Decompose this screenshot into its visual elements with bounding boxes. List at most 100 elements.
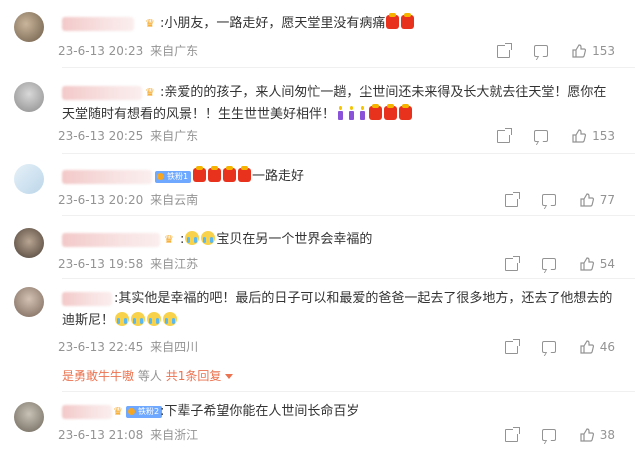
like-icon[interactable] xyxy=(572,44,587,58)
comment-actions: 54 xyxy=(481,255,615,272)
comment-text: : 宝贝在另一个世界会幸福的 xyxy=(180,229,615,251)
comment-location: 来自广东 xyxy=(150,129,199,143)
share-icon[interactable] xyxy=(497,42,513,58)
hongbao-icon xyxy=(369,104,383,120)
comment-text-body: 一路走好 xyxy=(252,169,305,184)
comment-text: 一路走好 xyxy=(192,166,615,188)
comment-icon[interactable] xyxy=(541,429,556,441)
like-count: 38 xyxy=(599,428,615,442)
comment-text-body: 宝贝在另一个世界会幸福的 xyxy=(216,232,373,247)
candle-icon xyxy=(336,106,345,120)
share-icon[interactable] xyxy=(504,255,520,271)
comment-icon[interactable] xyxy=(541,341,556,353)
hongbao-icon xyxy=(223,166,236,182)
comment-item: ♛ :小朋友，一路走好，愿天堂里没有病痛 23-6-13 20:23 来自广东 … xyxy=(0,0,635,70)
comment-date: 23-6-13 19:58 xyxy=(58,257,144,271)
comment-item: ♛ : 宝贝在另一个世界会幸福的 23-6-13 19:58 来自江苏 54 xyxy=(0,218,635,278)
comment-location: 来自浙江 xyxy=(150,428,199,442)
comment-location: 来自四川 xyxy=(150,340,199,354)
comment-text: :其实他是幸福的吧！最后的日子可以和最爱的爸爸一起去了很多地方，还去了他想去的迪… xyxy=(62,288,615,332)
crown-icon: ♛ xyxy=(113,405,123,418)
divider xyxy=(62,278,635,279)
comment-text-body: :下辈子希望你能在人世间长命百岁 xyxy=(160,404,360,419)
like-count: 153 xyxy=(592,129,615,143)
comment-meta: 23-6-13 20:23 来自广东 xyxy=(58,43,201,59)
crying-face-icon xyxy=(185,231,200,245)
chevron-down-icon[interactable] xyxy=(225,374,234,379)
share-icon[interactable] xyxy=(504,338,520,354)
like-icon[interactable] xyxy=(580,193,594,207)
crying-face-icon xyxy=(201,231,216,245)
share-icon[interactable] xyxy=(497,127,513,143)
comment-item: 铁粉1 一路走好 23-6-13 20:20 来自云南 77 xyxy=(0,156,635,216)
comment-item: ♛ :亲爱的的孩子，来人间匆忙一趟，尘世间还未来得及长大就去往天堂！愿你在天堂随… xyxy=(0,70,635,160)
crown-icon: ♛ xyxy=(145,17,155,30)
divider xyxy=(62,391,635,392)
comment-date: 23-6-13 22:45 xyxy=(58,340,144,354)
comment-icon[interactable] xyxy=(534,45,549,57)
avatar[interactable] xyxy=(14,287,44,317)
comment-location: 来自云南 xyxy=(150,193,199,207)
reply-summary: 是勇敢牛牛嗷 等人 共1条回复 xyxy=(62,368,234,384)
divider xyxy=(62,67,635,68)
comment-meta: 23-6-13 22:45 来自四川 xyxy=(58,339,201,355)
username[interactable] xyxy=(62,170,152,184)
share-icon[interactable] xyxy=(504,426,520,442)
comment-location: 来自广东 xyxy=(150,44,199,58)
comment-actions: 77 xyxy=(481,191,615,208)
comment-item: ♛ 铁粉2 :下辈子希望你能在人世间长命百岁 23-6-13 21:08 来自浙… xyxy=(0,394,635,454)
comment-actions: 153 xyxy=(473,42,615,59)
comment-meta: 23-6-13 19:58 来自江苏 xyxy=(58,256,201,272)
avatar[interactable] xyxy=(14,228,44,258)
crown-icon: ♛ xyxy=(164,233,174,246)
comment-location: 来自江苏 xyxy=(150,257,199,271)
like-icon[interactable] xyxy=(580,428,594,442)
comment-date: 23-6-13 21:08 xyxy=(58,428,144,442)
username[interactable] xyxy=(62,17,134,31)
divider xyxy=(62,215,635,216)
avatar[interactable] xyxy=(14,12,44,42)
crying-face-icon xyxy=(163,312,178,326)
avatar[interactable] xyxy=(14,164,44,194)
comment-icon[interactable] xyxy=(541,258,556,270)
comment-meta: 23-6-13 20:25 来自广东 xyxy=(58,128,201,144)
like-icon[interactable] xyxy=(580,340,594,354)
comment-item: :其实他是幸福的吧！最后的日子可以和最爱的爸爸一起去了很多地方，还去了他想去的迪… xyxy=(0,281,635,391)
comment-meta: 23-6-13 21:08 来自浙江 xyxy=(58,427,201,443)
crying-face-icon xyxy=(147,312,162,326)
fan-badge: 铁粉2 xyxy=(126,406,163,418)
comment-text-body: :其实他是幸福的吧！最后的日子可以和最爱的爸爸一起去了很多地方，还去了他想去的迪… xyxy=(62,291,613,328)
avatar[interactable] xyxy=(14,402,44,432)
comment-date: 23-6-13 20:23 xyxy=(58,44,144,58)
comment-list: ♛ :小朋友，一路走好，愿天堂里没有病痛 23-6-13 20:23 来自广东 … xyxy=(0,0,635,454)
view-replies-link[interactable]: 共1条回复 xyxy=(166,369,222,383)
comment-text-body: :小朋友，一路走好，愿天堂里没有病痛 xyxy=(160,16,386,31)
comment-text: :亲爱的的孩子，来人间匆忙一趟，尘世间还未来得及长大就去往天堂！愿你在天堂随时有… xyxy=(62,82,615,126)
comment-icon[interactable] xyxy=(541,194,556,206)
reply-others-text: 等人 xyxy=(137,369,162,383)
crying-face-icon xyxy=(115,312,130,326)
hongbao-icon xyxy=(386,13,400,29)
comment-actions: 46 xyxy=(481,338,615,355)
like-icon[interactable] xyxy=(580,257,594,271)
hongbao-icon xyxy=(238,166,251,182)
candle-icon xyxy=(358,106,367,120)
share-icon[interactable] xyxy=(504,191,520,207)
candle-icon xyxy=(347,106,356,120)
comment-colon: : xyxy=(180,232,185,247)
comment-actions: 153 xyxy=(473,127,615,144)
divider xyxy=(62,153,635,154)
like-count: 46 xyxy=(599,340,615,354)
comment-icon[interactable] xyxy=(534,130,549,142)
comment-date: 23-6-13 20:20 xyxy=(58,193,144,207)
reply-user-link[interactable]: 是勇敢牛牛嗷 xyxy=(62,369,134,383)
username[interactable] xyxy=(62,405,112,419)
comment-meta: 23-6-13 20:20 来自云南 xyxy=(58,192,201,208)
avatar[interactable] xyxy=(14,82,44,112)
hongbao-icon xyxy=(401,13,415,29)
like-icon[interactable] xyxy=(572,129,587,143)
username[interactable] xyxy=(62,233,160,247)
fan-badge: 铁粉1 xyxy=(155,171,192,183)
comment-actions: 38 xyxy=(481,426,615,443)
hongbao-icon xyxy=(384,104,398,120)
